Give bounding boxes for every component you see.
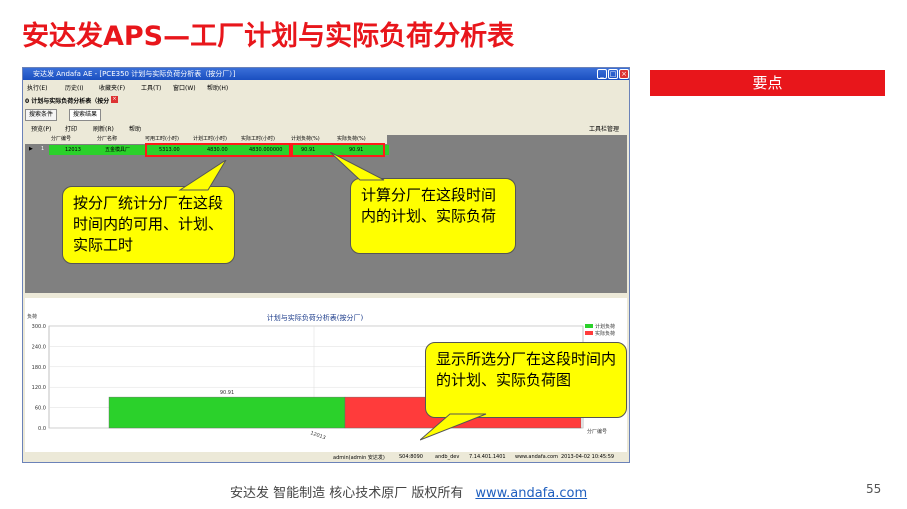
y-tick-label: 180.0 [32, 365, 46, 371]
page-number: 55 [866, 482, 882, 496]
status-time: 2013-04-02 10:45:59 [561, 454, 615, 460]
print-button[interactable]: 打印 [65, 124, 77, 133]
menu-tools[interactable]: 工具(T) [141, 83, 161, 92]
status-bar: admin(admin 安达发) S04:8090 andb_dev 7.14.… [23, 452, 629, 462]
callout-hours: 按分厂统计分厂在这段时间内的可用、计划、实际工时 [62, 186, 235, 264]
window-titlebar: 安达发 Andafa AE - [PCE350 计划与实际负荷分析表（按分厂）]… [23, 68, 629, 80]
legend-entry: 计划负荷 [595, 323, 615, 330]
x-tick-label: 12013 [309, 430, 326, 441]
footer: 安达发 智能制造 核心技术原厂 版权所有 www.andafa.com [230, 482, 587, 501]
tab-search-results[interactable]: 搜索结果 [69, 109, 102, 121]
window-title: 安达发 Andafa AE - [PCE350 计划与实际负荷分析表（按分厂）] [33, 70, 236, 78]
callout-load-pointer [330, 152, 385, 181]
y-tick-label: 240.0 [32, 344, 46, 350]
keypoint-label: 要点 [650, 70, 885, 96]
minimize-icon[interactable]: _ [597, 69, 607, 79]
col-header-name: 分厂名称 [97, 136, 118, 142]
callout-hours-pointer [178, 160, 227, 191]
status-db: andb_dev [435, 454, 460, 460]
y-tick-label: 120.0 [32, 385, 46, 391]
document-tab[interactable]: 0 计划与实际负荷分析表（按分 × [23, 94, 629, 106]
tab-strip: 搜索条件 搜索结果 [23, 108, 629, 121]
tab-search-criteria[interactable]: 搜索条件 [25, 109, 58, 121]
help-button[interactable]: 帮助 [129, 124, 141, 133]
doc-close-icon[interactable]: × [111, 96, 118, 103]
menu-window[interactable]: 窗口(W) [173, 83, 196, 92]
chart-yticks: 0.0 60.0 120.0 180.0 240.0 300.0 [32, 324, 46, 432]
menu-bar: 执行(E) 历史(I) 收藏夹(F) 工具(T) 窗口(W) 帮助(H) [23, 81, 629, 93]
y-tick-label: 300.0 [32, 324, 46, 330]
row-index: 1 [41, 146, 45, 152]
maximize-icon[interactable]: □ [608, 69, 618, 79]
chart-xlabel: 分厂编号 [587, 428, 607, 435]
status-user: admin(admin 安达发) [333, 455, 385, 461]
status-server: S04:8090 [399, 454, 423, 460]
close-icon[interactable]: × [619, 69, 629, 79]
legend-swatch [585, 331, 593, 335]
menu-help[interactable]: 帮助(H) [207, 83, 228, 92]
callout-hours-text: 按分厂统计分厂在这段时间内的可用、计划、实际工时 [73, 194, 224, 254]
cell-name: 五金模具厂 [105, 147, 131, 153]
chart-ylabel: 负荷 [27, 313, 37, 320]
callout-chart-text: 显示所选分厂在这段时间内的计划、实际负荷图 [436, 350, 617, 389]
cell-code: 12013 [65, 147, 81, 153]
row-pointer-icon: ▶ [29, 146, 33, 152]
bar-plan [108, 396, 346, 429]
callout-load: 计算分厂在这段时间内的计划、实际负荷 [350, 178, 516, 254]
y-tick-label: 60.0 [35, 406, 46, 412]
hours-highlight [145, 143, 291, 157]
slide-title: 安达发APS—工厂计划与实际负荷分析表 [22, 21, 515, 52]
chart-legend: 计划负荷实际负荷 [585, 323, 615, 337]
status-ip: 7.14.401.1401 [469, 454, 506, 460]
toolbar: 预览(P) 打印 刷新(R) 帮助 工具栏管理 [23, 122, 629, 134]
legend-swatch [585, 324, 593, 328]
col-header-code: 分厂编号 [51, 136, 72, 142]
callout-load-text: 计算分厂在这段时间内的计划、实际负荷 [361, 186, 497, 225]
footer-link[interactable]: www.andafa.com [475, 486, 587, 501]
menu-history[interactable]: 历史(I) [65, 83, 83, 92]
menu-execute[interactable]: 执行(E) [27, 83, 47, 92]
chart-title: 计划与实际负荷分析表(按分厂) [267, 313, 364, 322]
document-tab-label: 0 计划与实际负荷分析表（按分 [25, 98, 110, 105]
preview-button[interactable]: 预览(P) [31, 124, 51, 133]
toolbar-manage-button[interactable]: 工具栏管理 [589, 124, 619, 133]
y-tick-label: 0.0 [38, 426, 46, 432]
legend-entry: 实际负荷 [595, 330, 615, 337]
callout-chart: 显示所选分厂在这段时间内的计划、实际负荷图 [425, 342, 627, 418]
footer-text: 安达发 智能制造 核心技术原厂 版权所有 [230, 486, 464, 501]
refresh-button[interactable]: 刷新(R) [93, 124, 114, 133]
callout-chart-pointer [420, 413, 487, 441]
status-site: www.andafa.com [515, 454, 558, 460]
data-label: 90.91 [220, 390, 234, 396]
menu-favorites[interactable]: 收藏夹(F) [99, 83, 125, 92]
